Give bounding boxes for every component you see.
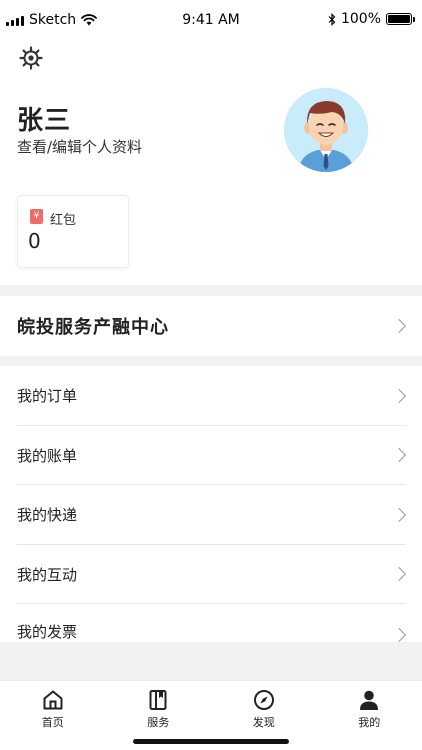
chevron-right-icon [391, 627, 407, 643]
red-packet-card[interactable]: ¥ 红包 0 [17, 195, 129, 268]
red-packet-value: 0 [28, 229, 41, 253]
menu-item-express[interactable]: 我的快递 [0, 485, 422, 545]
battery-percent: 100% [340, 11, 381, 27]
chevron-right-icon [391, 507, 407, 522]
profile-screen: Sketch 9:41 AM 100% 张三 查看/编辑个人资料 ¥ 红包 0 … [0, 0, 422, 750]
tab-home[interactable]: 首页 [0, 681, 106, 750]
section-divider [0, 356, 422, 366]
tab-label: 我的 [358, 716, 381, 729]
service-center-label: 皖投服务产融中心 [17, 317, 169, 338]
tab-label: 首页 [41, 716, 64, 729]
tab-mine[interactable]: 我的 [317, 681, 422, 750]
menu-item-bills[interactable]: 我的账单 [0, 426, 422, 485]
chevron-right-icon [391, 448, 407, 463]
person-icon [360, 690, 379, 710]
red-packet-label: 红包 [50, 213, 77, 228]
red-packet-icon: ¥ [30, 209, 43, 224]
bluetooth-icon [328, 12, 336, 26]
book-icon [149, 690, 167, 710]
home-indicator [133, 739, 289, 744]
chevron-right-icon [391, 567, 407, 582]
section-divider [0, 285, 422, 296]
chevron-right-icon [391, 318, 407, 334]
service-center-row[interactable]: 皖投服务产融中心 [0, 296, 422, 356]
user-name: 张三 [17, 106, 72, 136]
content-bottom-gap [0, 642, 422, 680]
avatar[interactable] [284, 88, 368, 172]
menu-item-interactions[interactable]: 我的互动 [0, 545, 422, 604]
menu-item-invoices[interactable]: 我的发票 [0, 604, 422, 643]
tab-label: 服务 [147, 716, 170, 729]
compass-icon [253, 690, 274, 710]
edit-profile-link[interactable]: 查看/编辑个人资料 [17, 136, 142, 157]
settings-button[interactable] [17, 44, 45, 72]
menu-item-label: 我的互动 [17, 565, 78, 584]
menu-item-label: 我的快递 [17, 506, 78, 525]
avatar-illustration [284, 88, 368, 172]
menu-item-label: 我的账单 [17, 446, 78, 465]
chevron-right-icon [391, 388, 407, 403]
menu-item-label: 我的发票 [17, 623, 78, 641]
menu-list: 我的订单 我的账单 我的快递 我的互动 我的发票 [0, 366, 422, 643]
menu-item-orders[interactable]: 我的订单 [0, 366, 422, 426]
gear-icon [19, 46, 43, 70]
menu-item-label: 我的订单 [17, 387, 78, 406]
tab-label: 发现 [252, 716, 275, 729]
status-bar: Sketch 9:41 AM 100% [0, 0, 422, 40]
status-right: 100% [328, 11, 415, 27]
battery-icon [386, 13, 415, 25]
home-icon [43, 690, 63, 710]
